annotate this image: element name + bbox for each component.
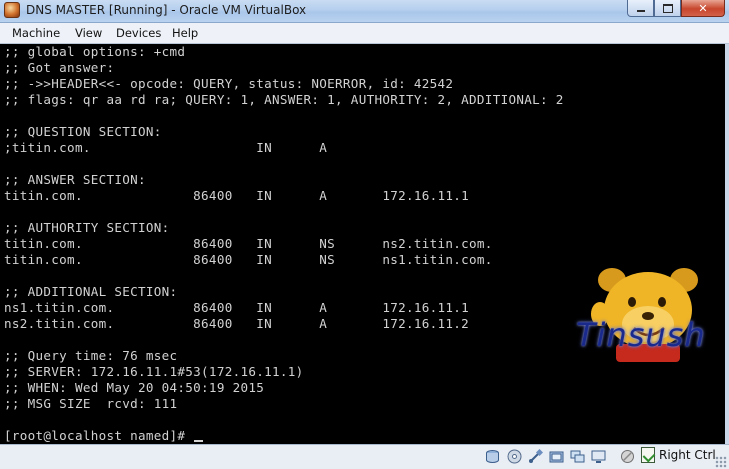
close-button[interactable]: ✕ <box>681 0 725 17</box>
console-line: ns2.titin.com. 86400 IN A 172.16.11.2 <box>4 316 470 331</box>
prompt-text: [root@localhost named]# <box>4 428 194 443</box>
maximize-icon <box>662 3 673 13</box>
console-line: ;; QUESTION SECTION: <box>4 124 162 139</box>
console-line: ;; AUTHORITY SECTION: <box>4 220 170 235</box>
menu-help[interactable]: Help <box>172 26 198 40</box>
window-controls: ✕ <box>627 0 725 18</box>
close-icon: ✕ <box>698 1 708 15</box>
maximize-button[interactable] <box>654 0 681 17</box>
console-line: ;; ANSWER SECTION: <box>4 172 146 187</box>
console-line: ;; ADDITIONAL SECTION: <box>4 284 178 299</box>
console-line: titin.com. 86400 IN A 172.16.11.1 <box>4 188 470 203</box>
console-line: titin.com. 86400 IN NS ns2.titin.com. <box>4 236 493 251</box>
console-line: ;; global options: +cmd <box>4 44 186 59</box>
minimize-icon <box>636 10 645 12</box>
resize-grip[interactable] <box>715 456 727 468</box>
virtualbox-app-icon[interactable] <box>4 2 20 18</box>
console-line: ;; ->>HEADER<<- opcode: QUERY, status: N… <box>4 76 454 91</box>
console-line: ;; Got answer: <box>4 60 115 75</box>
virtualbox-window: DNS MASTER [Running] - Oracle VM Virtual… <box>0 0 729 469</box>
console-line: titin.com. 86400 IN NS ns1.titin.com. <box>4 252 493 267</box>
console-line: ;titin.com. IN A <box>4 140 328 155</box>
text-cursor <box>194 440 204 442</box>
mouse-integration-icon <box>641 447 655 463</box>
console-line: ;; Query time: 76 msec <box>4 348 178 363</box>
menu-machine[interactable]: Machine <box>12 26 60 40</box>
console-line: ;; flags: qr aa rd ra; QUERY: 1, ANSWER:… <box>4 92 564 107</box>
hard-disk-icon[interactable] <box>485 449 500 464</box>
shared-folders-icon[interactable] <box>549 449 564 464</box>
watermark-text: Tinsush <box>576 316 706 354</box>
host-key-indicator[interactable]: Right Ctrl <box>641 447 716 463</box>
console-line: ;; MSG SIZE rcvd: 111 <box>4 396 178 411</box>
vm-console-screen[interactable]: Tinsush ;; global options: +cmd ;; Got a… <box>0 44 725 444</box>
console-line: ns1.titin.com. 86400 IN A 172.16.11.1 <box>4 300 470 315</box>
window-title: DNS MASTER [Running] - Oracle VM Virtual… <box>26 3 307 17</box>
shell-prompt[interactable]: [root@localhost named]# <box>4 428 204 444</box>
host-key-label: Right Ctrl <box>659 448 716 462</box>
window-border <box>725 44 729 444</box>
minimize-button[interactable] <box>627 0 654 17</box>
network-icon[interactable] <box>570 449 585 464</box>
menu-bar: Machine View Devices Help <box>0 23 729 44</box>
optical-drive-icon[interactable] <box>507 449 522 464</box>
video-capture-icon[interactable] <box>620 449 635 464</box>
title-bar[interactable]: DNS MASTER [Running] - Oracle VM Virtual… <box>0 0 729 23</box>
status-bar: Right Ctrl <box>0 444 729 469</box>
console-line: ;; SERVER: 172.16.11.1#53(172.16.11.1) <box>4 364 304 379</box>
usb-icon[interactable] <box>528 449 543 464</box>
console-line: ;; WHEN: Wed May 20 04:50:19 2015 <box>4 380 265 395</box>
menu-devices[interactable]: Devices <box>116 26 161 40</box>
display-icon[interactable] <box>591 449 606 464</box>
menu-view[interactable]: View <box>75 26 102 40</box>
